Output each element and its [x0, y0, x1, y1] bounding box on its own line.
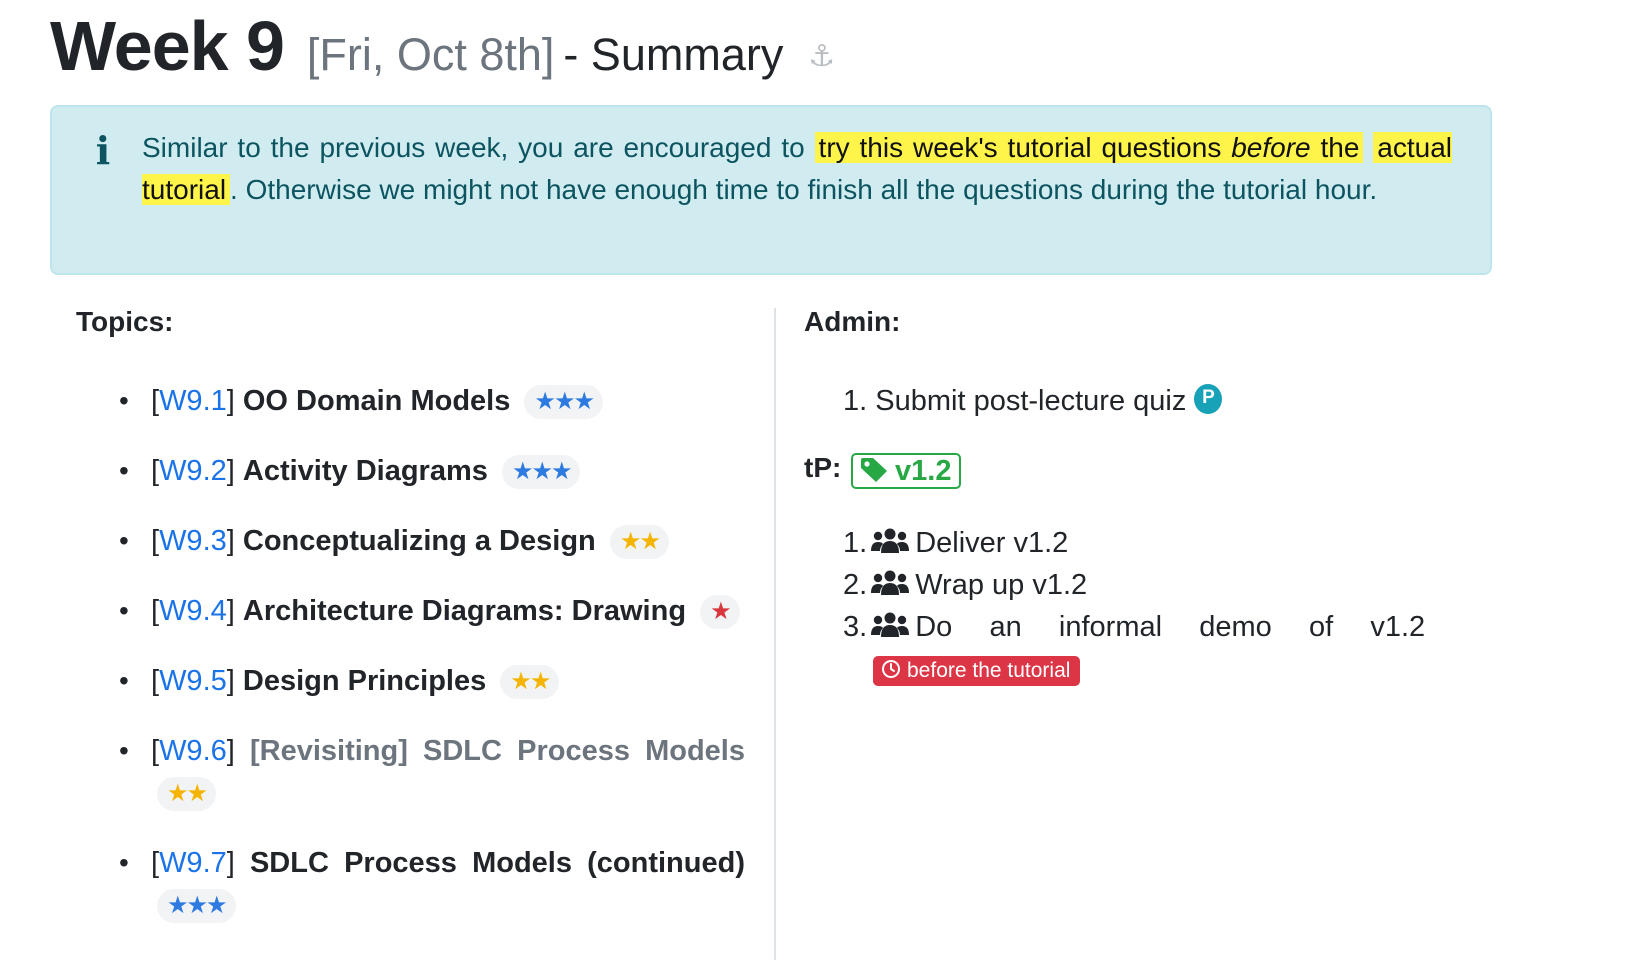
bullet: • — [119, 847, 129, 878]
topics-label: Topics: — [76, 306, 174, 337]
topic-name: OO Domain Models — [242, 385, 511, 417]
admin-label: Admin: — [804, 306, 901, 337]
tp-item: 2. Wrap up v1.2 — [843, 564, 1463, 606]
star-rating: ★★ — [500, 665, 560, 700]
bullet: • — [119, 595, 129, 626]
anchor-icon[interactable]: ⚓ — [808, 40, 835, 73]
highlight-italic: before — [1231, 132, 1311, 163]
topic-name: SDLC Process Models (continued) — [249, 847, 745, 879]
topic-item: • [W9.4] Architecture Diagrams: Drawing … — [115, 590, 745, 632]
word: v1.2 — [1370, 611, 1426, 643]
topic-link[interactable]: W9.1 — [159, 385, 227, 417]
item-number: 1. — [843, 385, 868, 417]
tp-item: 3. Do an informal demo of v1.2 — [843, 606, 1463, 648]
word: Do — [915, 611, 953, 643]
topic-item: • [W9.7] SDLC Process Models (continued)… — [115, 842, 745, 926]
tp-item: 1. Deliver v1.2 — [843, 522, 1463, 564]
word: an — [989, 611, 1022, 643]
item-number: 1. — [843, 527, 868, 559]
topic-link[interactable]: W9.6 — [159, 735, 227, 767]
callout-text-before: Similar to the previous week, you are en… — [142, 132, 815, 163]
star-rating: ★ — [700, 595, 740, 630]
admin-item: 1. Submit post-lecture quiz P — [843, 380, 1223, 422]
word: informal — [1058, 611, 1163, 643]
tp-label: tP: — [804, 452, 842, 483]
deadline-label: before the tutorial — [907, 659, 1071, 682]
admin-item-text: Submit post-lecture quiz — [875, 385, 1187, 417]
users-icon — [871, 612, 910, 638]
version-tag-label: v1.2 — [895, 455, 952, 487]
callout-text: Similar to the previous week, you are en… — [142, 127, 1452, 211]
star-rating: ★★★ — [157, 889, 236, 924]
week-title: Week 9 — [50, 7, 285, 85]
clock-icon — [882, 660, 900, 679]
callout-text-after: . Otherwise we might not have enough tim… — [230, 174, 1378, 205]
users-icon — [871, 528, 910, 554]
star-rating: ★★★ — [501, 455, 581, 490]
admin-list: 1. Submit post-lecture quiz P — [843, 380, 1223, 422]
tp-list: 1. Deliver v1.2 2. Wrap up v1.2 3. Do an… — [843, 522, 1463, 648]
word: of — [1308, 611, 1334, 643]
topic-item: • [W9.3] Conceptualizing a Design ★★ — [115, 520, 745, 562]
tag-icon — [861, 458, 887, 483]
info-callout: i Similar to the previous week, you are … — [50, 105, 1492, 275]
version-tag: v1.2 — [851, 453, 962, 489]
topic-item: • [W9.2] Activity Diagrams ★★★ — [115, 450, 745, 492]
topic-item: • [W9.5] Design Principles ★★ — [115, 660, 745, 702]
summary-label: - Summary — [563, 29, 784, 80]
tp-item-text: Do an informal demo of v1.2 — [915, 606, 1425, 648]
word: demo — [1199, 611, 1272, 643]
star-rating: ★★★ — [524, 385, 603, 420]
topic-link[interactable]: W9.4 — [159, 595, 227, 627]
topic-link[interactable]: W9.5 — [159, 665, 227, 697]
column-divider — [774, 308, 776, 960]
star-rating: ★★ — [157, 777, 217, 812]
bullet: • — [119, 665, 129, 696]
topic-link[interactable]: W9.7 — [159, 847, 227, 879]
topic-name: Activity Diagrams — [242, 455, 488, 487]
topic-name: Architecture Diagrams: Drawing — [242, 595, 687, 627]
bullet: • — [119, 455, 129, 486]
highlight-part-1: try this week's tutorial questions — [818, 132, 1232, 163]
topic-link[interactable]: W9.2 — [159, 455, 227, 487]
tp-item-text: Wrap up v1.2 — [915, 569, 1088, 601]
bullet: • — [119, 525, 129, 556]
bullet: • — [119, 385, 129, 416]
page-title: Week 9 [Fri, Oct 8th] - Summary ⚓ — [50, 6, 835, 86]
topics-list: • [W9.1] OO Domain Models ★★★ • [W9.2] A… — [115, 380, 745, 954]
bullet: • — [119, 735, 129, 766]
users-icon — [871, 570, 910, 596]
topic-item: • [W9.6] [Revisiting] SDLC Process Model… — [115, 730, 745, 814]
post-lecture-badge[interactable]: P — [1194, 384, 1223, 415]
page: Week 9 [Fri, Oct 8th] - Summary ⚓ i Simi… — [0, 0, 1646, 960]
item-number: 2. — [843, 569, 868, 601]
topic-link[interactable]: W9.3 — [159, 525, 227, 557]
topic-name: Conceptualizing a Design — [242, 525, 596, 557]
topic-item: • [W9.1] OO Domain Models ★★★ — [115, 380, 745, 422]
info-icon: i — [95, 128, 111, 173]
tp-item-text: Deliver v1.2 — [915, 527, 1069, 559]
star-rating: ★★ — [609, 525, 669, 560]
item-number: 3. — [843, 611, 868, 643]
week-date: [Fri, Oct 8th] — [306, 29, 555, 80]
callout-highlight: try this week's tutorial questions befor… — [814, 132, 1364, 163]
topic-name: Design Principles — [242, 665, 487, 697]
highlight-part-2: the — [1310, 132, 1360, 163]
topic-name: [Revisiting] SDLC Process Models — [249, 735, 745, 767]
deadline-badge: before the tutorial — [873, 656, 1081, 686]
